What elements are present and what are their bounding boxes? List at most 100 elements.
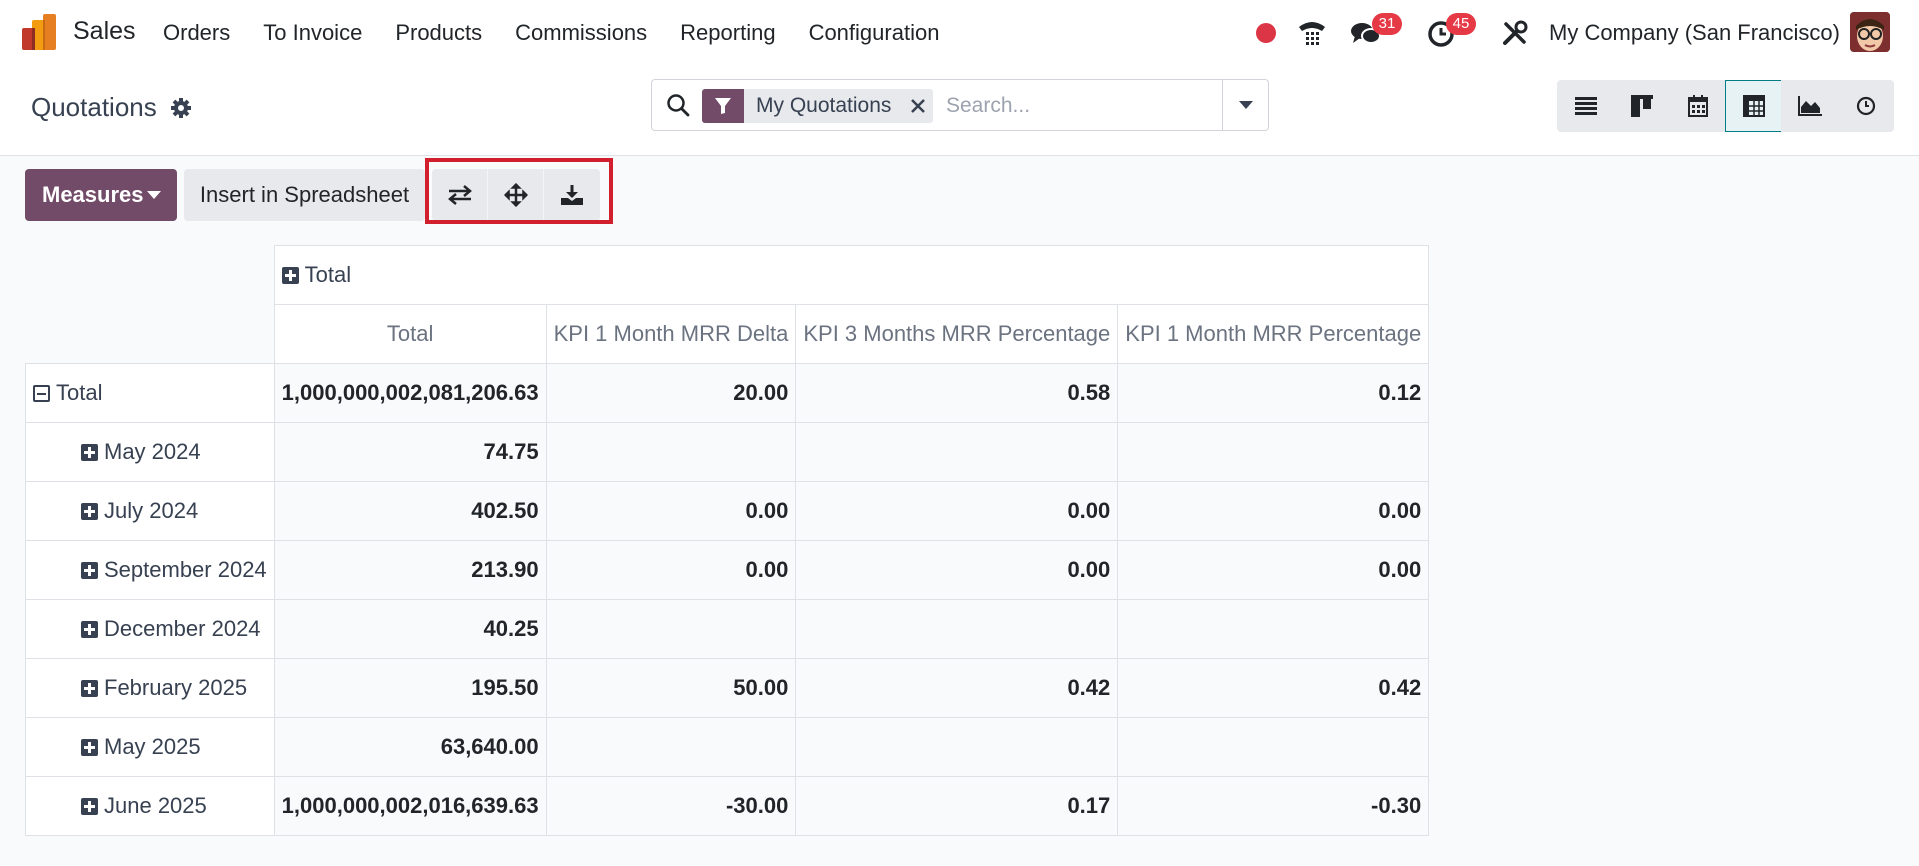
- cell[interactable]: 0.12: [1117, 363, 1430, 423]
- cell[interactable]: -30.00: [545, 776, 797, 836]
- table-row: June 2025 1,000,000,002,016,639.63 -30.0…: [25, 776, 1430, 836]
- cell[interactable]: [1117, 599, 1430, 659]
- pivot-table: Total Total KPI 1 Month MRR Delta KPI 3 …: [25, 245, 1430, 836]
- cell[interactable]: 74.75: [273, 422, 547, 482]
- cell[interactable]: 63,640.00: [273, 717, 547, 777]
- menu-orders[interactable]: Orders: [163, 20, 230, 46]
- company-switcher[interactable]: My Company (San Francisco): [1549, 20, 1840, 46]
- cell[interactable]: 0.58: [795, 363, 1119, 423]
- expand-plus-icon: [81, 503, 98, 520]
- measure-header-kpi-3m-pct[interactable]: KPI 3 Months MRR Percentage: [795, 304, 1119, 364]
- flip-axis-button[interactable]: [432, 169, 488, 221]
- sales-app-icon[interactable]: [22, 14, 60, 52]
- menu-commissions[interactable]: Commissions: [515, 20, 647, 46]
- table-row: Total 1,000,000,002,081,206.63 20.00 0.5…: [25, 363, 1430, 423]
- kanban-view-button[interactable]: [1613, 80, 1670, 132]
- filter-icon: [702, 89, 744, 123]
- cell[interactable]: [795, 599, 1119, 659]
- row-header[interactable]: September 2024: [25, 540, 275, 600]
- expand-plus-icon: [81, 562, 98, 579]
- search-input[interactable]: [946, 90, 1216, 122]
- messages-badge: 31: [1372, 13, 1402, 35]
- measure-header-total[interactable]: Total: [273, 304, 547, 364]
- pivot-table-icon: [1742, 95, 1765, 117]
- cell[interactable]: 0.00: [795, 540, 1119, 600]
- search-icon[interactable]: [666, 93, 690, 117]
- phone-icon[interactable]: [1297, 19, 1327, 47]
- collapse-minus-icon: [33, 385, 50, 402]
- expand-plus-icon: [81, 739, 98, 756]
- row-header[interactable]: June 2025: [25, 776, 275, 836]
- row-header[interactable]: May 2024: [25, 422, 275, 482]
- table-row: December 2024 40.25: [25, 599, 1430, 659]
- recording-indicator-icon[interactable]: [1256, 23, 1276, 43]
- cell[interactable]: [545, 717, 797, 777]
- cell[interactable]: -0.30: [1117, 776, 1430, 836]
- table-row: September 2024 213.90 0.00 0.00 0.00: [25, 540, 1430, 600]
- graph-view-button[interactable]: [1781, 80, 1838, 132]
- cell[interactable]: 402.50: [273, 481, 547, 541]
- download-icon: [561, 185, 583, 205]
- insert-in-spreadsheet-button[interactable]: Insert in Spreadsheet: [184, 169, 425, 221]
- cell[interactable]: 0.42: [795, 658, 1119, 718]
- table-row: July 2024 402.50 0.00 0.00 0.00: [25, 481, 1430, 541]
- menu-to-invoice[interactable]: To Invoice: [263, 20, 362, 46]
- row-header[interactable]: July 2024: [25, 481, 275, 541]
- calendar-icon: [1687, 95, 1708, 117]
- cell[interactable]: 1,000,000,002,081,206.63: [273, 363, 547, 423]
- menu-products[interactable]: Products: [395, 20, 482, 46]
- pivot-view-button[interactable]: [1725, 80, 1782, 132]
- search-bar: My Quotations: [651, 79, 1269, 131]
- cell[interactable]: [545, 422, 797, 482]
- activity-view-button[interactable]: [1837, 80, 1894, 132]
- control-panel: Quotations My Quotations: [0, 66, 1919, 156]
- row-header[interactable]: December 2024: [25, 599, 275, 659]
- measure-header-kpi-1m-pct[interactable]: KPI 1 Month MRR Percentage: [1117, 304, 1430, 364]
- cell[interactable]: 195.50: [273, 658, 547, 718]
- close-icon[interactable]: [903, 89, 933, 123]
- row-header-total[interactable]: Total: [25, 363, 275, 423]
- measure-header-kpi-1m-delta[interactable]: KPI 1 Month MRR Delta: [545, 304, 797, 364]
- table-row: February 2025 195.50 50.00 0.42 0.42: [25, 658, 1430, 718]
- download-button[interactable]: [544, 169, 600, 221]
- cell[interactable]: 0.00: [545, 481, 797, 541]
- list-view-button[interactable]: [1557, 80, 1614, 132]
- gear-icon[interactable]: [170, 97, 192, 119]
- cell[interactable]: 0.17: [795, 776, 1119, 836]
- expand-plus-icon: [81, 444, 98, 461]
- debug-tools-icon[interactable]: [1502, 20, 1528, 46]
- pivot-corner: [26, 305, 275, 364]
- cell[interactable]: [545, 599, 797, 659]
- cell[interactable]: 0.42: [1117, 658, 1430, 718]
- facet-label: My Quotations: [756, 94, 892, 117]
- cell[interactable]: 50.00: [545, 658, 797, 718]
- col-group-header[interactable]: Total: [273, 245, 1430, 305]
- calendar-view-button[interactable]: [1669, 80, 1726, 132]
- search-options-toggle[interactable]: [1222, 80, 1268, 130]
- row-header[interactable]: February 2025: [25, 658, 275, 718]
- cell[interactable]: 20.00: [545, 363, 797, 423]
- cell[interactable]: [1117, 422, 1430, 482]
- menu-configuration[interactable]: Configuration: [809, 20, 940, 46]
- menu-reporting[interactable]: Reporting: [680, 20, 775, 46]
- cell[interactable]: 0.00: [1117, 540, 1430, 600]
- cell[interactable]: 0.00: [795, 481, 1119, 541]
- expand-all-button[interactable]: [488, 169, 544, 221]
- cell[interactable]: [795, 717, 1119, 777]
- user-avatar[interactable]: [1850, 12, 1890, 52]
- area-chart-icon: [1797, 96, 1822, 116]
- cell[interactable]: 0.00: [545, 540, 797, 600]
- cell[interactable]: 40.25: [273, 599, 547, 659]
- expand-plus-icon: [81, 798, 98, 815]
- cell[interactable]: [1117, 717, 1430, 777]
- cell[interactable]: 213.90: [273, 540, 547, 600]
- app-brand[interactable]: Sales: [73, 17, 136, 46]
- row-header[interactable]: May 2025: [25, 717, 275, 777]
- cell[interactable]: 0.00: [1117, 481, 1430, 541]
- cell[interactable]: 1,000,000,002,016,639.63: [273, 776, 547, 836]
- table-row: May 2024 74.75: [25, 422, 1430, 482]
- pivot-corner: [26, 246, 275, 305]
- measures-button[interactable]: Measures: [25, 169, 177, 221]
- cell[interactable]: [795, 422, 1119, 482]
- pivot-tools: [432, 169, 600, 221]
